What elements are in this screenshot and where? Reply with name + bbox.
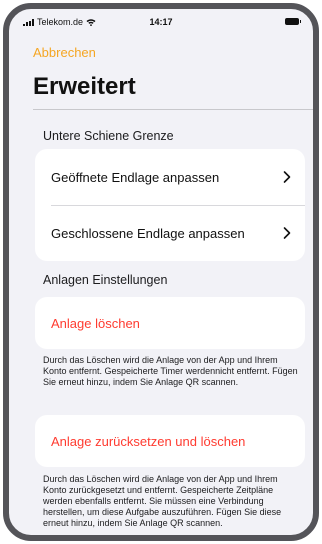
- status-time: 14:17: [149, 17, 173, 27]
- chevron-right-icon: [283, 227, 291, 239]
- delete-device-note: Durch das Löschen wird die Anlage von de…: [43, 355, 298, 387]
- delete-device-card: Anlage löschen: [35, 297, 305, 349]
- cancel-button[interactable]: Abbrechen: [33, 45, 96, 60]
- battery-icon: [285, 18, 301, 25]
- status-bar: Telekom.de 14:17: [9, 9, 313, 35]
- section-header-device-settings: Anlagen Einstellungen: [43, 273, 168, 287]
- phone-frame: Telekom.de 14:17 Abbrechen Erweitert Unt…: [3, 3, 319, 541]
- title-divider: [33, 109, 313, 110]
- page-title: Erweitert: [33, 73, 136, 100]
- endpoint-settings-card: Geöffnete Endlage anpassen Geschlossene …: [35, 149, 305, 261]
- reset-device-card: Anlage zurücksetzen und löschen: [35, 415, 305, 467]
- adjust-closed-endpoint-row[interactable]: Geschlossene Endlage anpassen: [35, 205, 305, 261]
- reset-device-note: Durch das Löschen wird die Anlage von de…: [43, 474, 282, 528]
- adjust-open-endpoint-row[interactable]: Geöffnete Endlage anpassen: [35, 149, 305, 205]
- reset-and-delete-button[interactable]: Anlage zurücksetzen und löschen: [35, 415, 305, 467]
- chevron-right-icon: [283, 171, 291, 183]
- adjust-open-endpoint-label: Geöffnete Endlage anpassen: [51, 169, 220, 185]
- delete-device-button[interactable]: Anlage löschen: [35, 297, 305, 349]
- section-header-rail-limit: Untere Schiene Grenze: [43, 129, 174, 143]
- adjust-closed-endpoint-label: Geschlossene Endlage anpassen: [51, 225, 245, 241]
